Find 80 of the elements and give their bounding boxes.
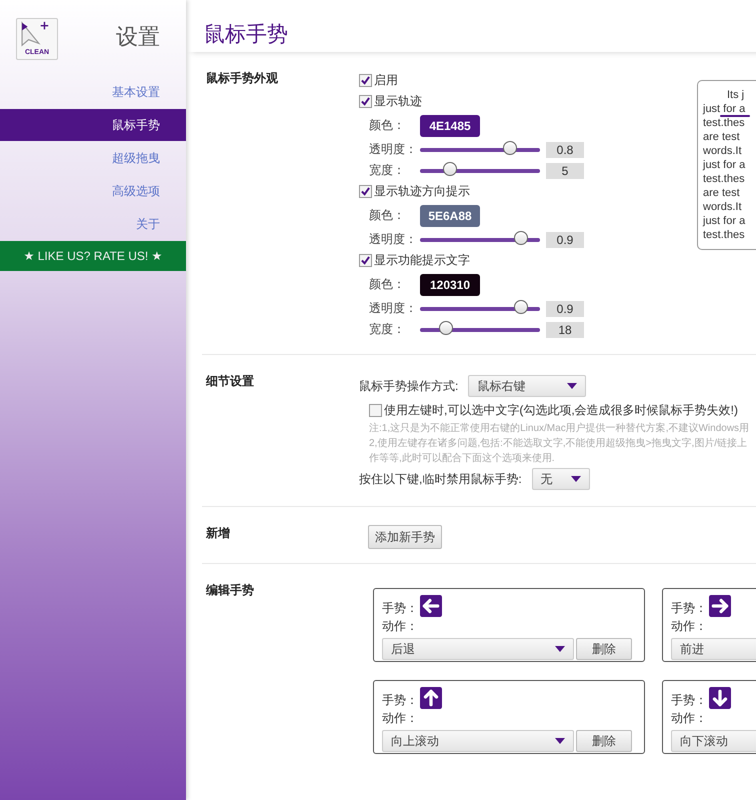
field-label: 鼠标手势操作方式: xyxy=(359,378,458,394)
action-dropdown[interactable]: 后退 xyxy=(382,638,574,660)
delete-button[interactable]: 删除 xyxy=(576,638,632,660)
caret-icon xyxy=(555,646,565,652)
sidebar-item[interactable]: 基本设置 xyxy=(0,76,186,108)
add-gesture-button[interactable]: 添加新手势 xyxy=(368,525,442,549)
slider-value: 18 xyxy=(546,322,584,338)
note-text: 作等等,此时可以配合下面这个选项来使用. xyxy=(369,452,556,466)
field-label: 颜色： xyxy=(369,207,406,224)
note-text: 2,使用左键存在诸多问题,包括:不能选取文字,不能使用超级拖曳>拖曳文字,图片/链接上 xyxy=(369,436,748,451)
slider-thumb[interactable] xyxy=(442,162,457,176)
checkbox-label: 显示功能提示文字 xyxy=(374,252,470,269)
section-label: 编辑手势 xyxy=(206,582,255,599)
slider-value: 0.8 xyxy=(546,142,584,158)
slider-value: 0.9 xyxy=(546,232,584,248)
field-label: 颜色： xyxy=(369,117,406,134)
preview-text: test.thes xyxy=(703,229,745,241)
caret-icon xyxy=(555,738,565,744)
caret-icon xyxy=(567,383,578,389)
action-dropdown[interactable]: 向上滚动 xyxy=(382,730,574,752)
action-dropdown[interactable]: 向下滚动 xyxy=(671,730,756,752)
field-label: 透明度： xyxy=(369,141,418,158)
mode-dropdown[interactable]: 鼠标右键 xyxy=(468,375,586,397)
field-label: 手势： xyxy=(671,692,707,709)
slider-thumb[interactable] xyxy=(514,230,528,244)
caret-icon xyxy=(570,476,581,482)
slider-thumb[interactable] xyxy=(514,300,528,314)
slider-value: 5 xyxy=(546,162,584,178)
field-label: 透明度： xyxy=(369,300,418,317)
slider-value: 0.9 xyxy=(546,300,584,316)
sidebar-title: 设置 xyxy=(116,23,160,51)
field-label: 手势： xyxy=(382,600,418,617)
field-label: 动作： xyxy=(671,710,708,727)
section-label: 新增 xyxy=(206,525,231,542)
field-label: 手势： xyxy=(382,692,418,709)
slider-thumb[interactable] xyxy=(503,140,518,154)
field-label: 透明度： xyxy=(369,231,418,248)
preview-text: are test xyxy=(703,187,740,199)
field-label: 动作： xyxy=(382,618,419,635)
checkbox-label: 显示轨迹方向提示 xyxy=(374,183,470,200)
checkbox[interactable] xyxy=(359,95,372,108)
checkbox[interactable] xyxy=(369,404,382,416)
delete-button[interactable]: 删除 xyxy=(576,730,632,752)
field-label: 按住以下键,临时禁用鼠标手势: xyxy=(359,470,522,488)
sidebar-item[interactable]: 鼠标手势 xyxy=(0,109,186,141)
key-dropdown[interactable]: 无 xyxy=(532,468,590,490)
preview-text: words.It xyxy=(703,145,742,157)
trail-stroke xyxy=(720,115,750,117)
preview-text: test.thes xyxy=(703,117,745,129)
field-label: 颜色： xyxy=(369,276,406,293)
color-swatch[interactable]: 4E1485 xyxy=(420,114,480,136)
page-title: 鼠标手势 xyxy=(186,0,756,52)
checkbox[interactable] xyxy=(359,74,372,87)
color-swatch[interactable]: 120310 xyxy=(420,274,480,296)
preview-text: words.It xyxy=(703,201,742,213)
preview-text: are test xyxy=(703,131,740,143)
section-label: 细节设置 xyxy=(206,373,255,390)
note-text: 注:1,这只是为不能正常使用右键的Linux/Mac用户提供一种替代方案,不建议Windows用 xyxy=(369,422,750,436)
slider-thumb[interactable] xyxy=(438,320,453,334)
checkbox-label: 显示轨迹 xyxy=(374,93,422,110)
checkbox[interactable] xyxy=(359,254,372,267)
field-label: 手势： xyxy=(671,600,707,617)
sidebar-item[interactable]: 超级拖曳 xyxy=(0,142,186,174)
checkbox-label: 使用左键时,可以选中文字(勾选此项,会造成很多时候鼠标手势失效!) xyxy=(384,402,738,418)
field-label: 动作： xyxy=(382,710,419,727)
field-label: 宽度： xyxy=(369,321,406,338)
preview-text: just for a xyxy=(703,159,746,171)
sidebar-item[interactable]: 高级选项 xyxy=(0,175,186,207)
color-swatch[interactable]: 5E6A88 xyxy=(420,204,480,226)
action-dropdown[interactable]: 前进 xyxy=(671,638,756,660)
field-label: 动作： xyxy=(671,618,708,635)
section-label: 鼠标手势外观 xyxy=(206,70,279,87)
preview-text: Its j xyxy=(726,89,744,101)
rate-button[interactable]: ★ LIKE US? RATE US! ★ xyxy=(0,241,186,271)
preview-text: test.thes xyxy=(703,173,745,185)
preview-text: just for a xyxy=(703,103,746,115)
field-label: 宽度： xyxy=(369,162,406,179)
checkbox-label: 启用 xyxy=(374,72,398,89)
checkbox[interactable] xyxy=(359,185,372,198)
preview-text: just for a xyxy=(703,215,746,227)
